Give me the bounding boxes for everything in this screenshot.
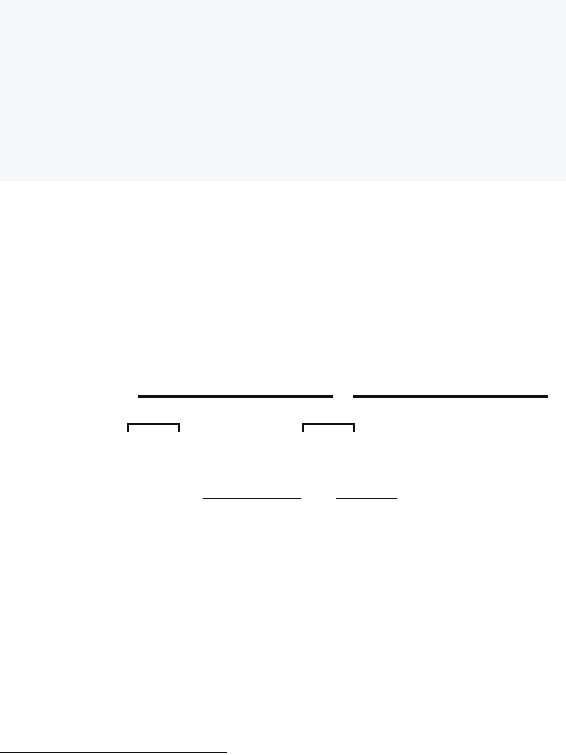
footnote-separator [0,752,227,753]
checkbox-bracket-left [127,423,180,432]
signature-line-right [353,395,548,398]
header-band [0,0,566,181]
signature-line-left [138,395,333,398]
blank-line-left [203,498,301,499]
blank-line-right [336,498,397,499]
checkbox-bracket-right [302,423,355,432]
